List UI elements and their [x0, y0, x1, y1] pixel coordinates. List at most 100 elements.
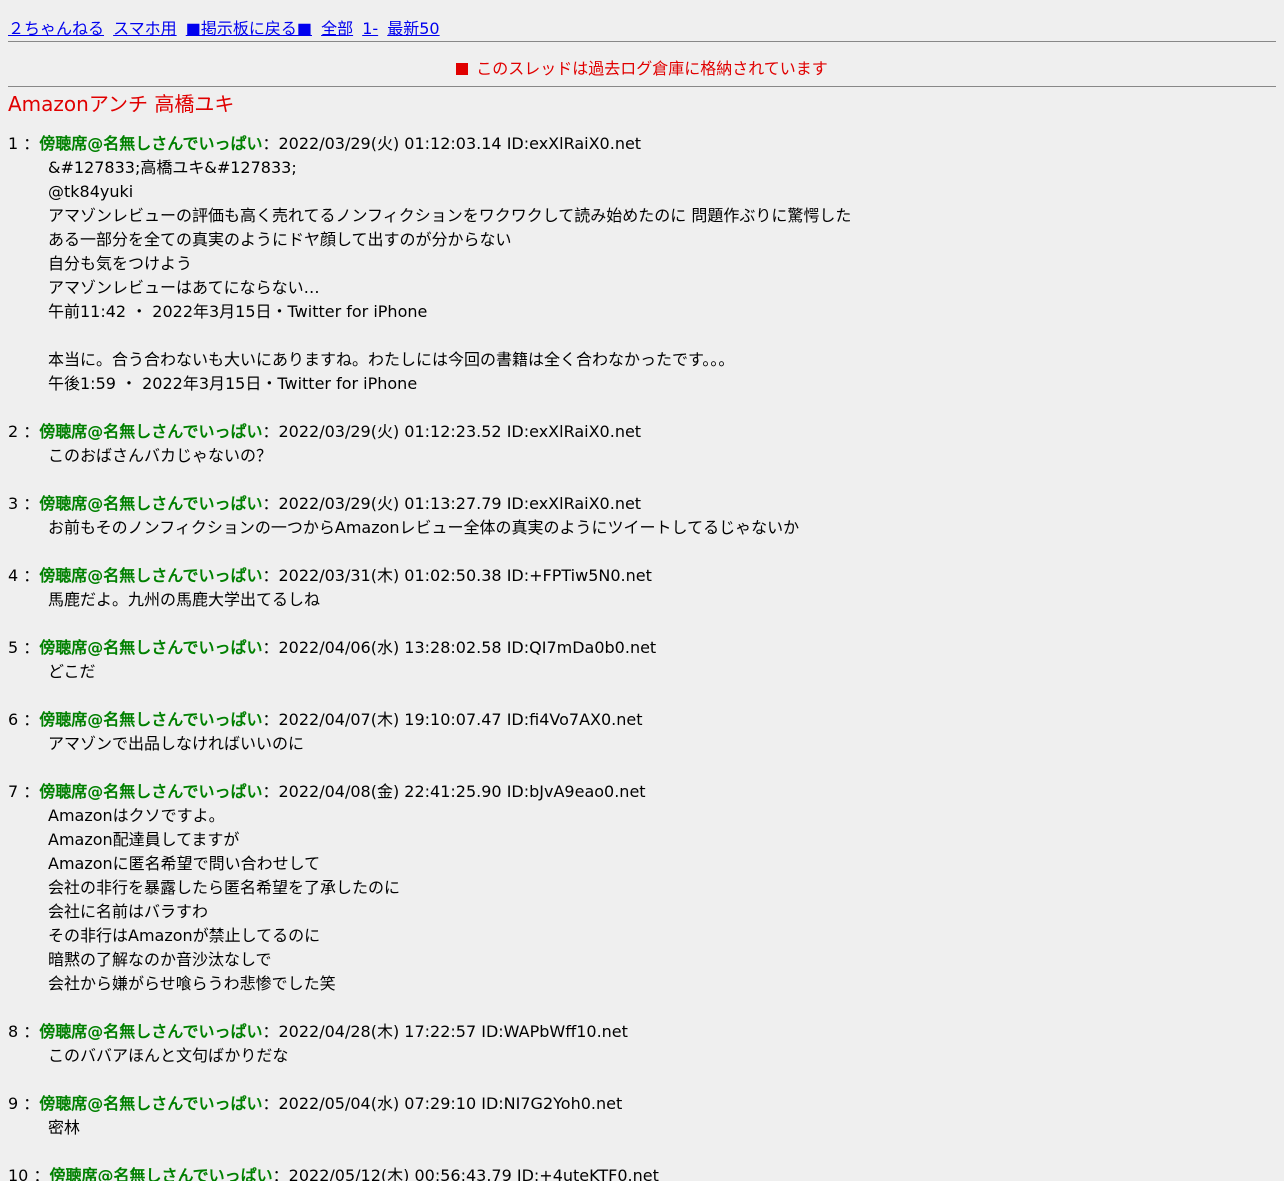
post-number[interactable]: 3: [8, 494, 18, 513]
post-text-line: &#127833;高橋ユキ&#127833;: [48, 158, 297, 177]
post-id[interactable]: ID:+4uteKTF0.net: [517, 1166, 659, 1181]
post-author-name: 傍聴席@名無しさんでいっぱい: [49, 1166, 273, 1181]
post-number[interactable]: 7: [8, 782, 18, 801]
post-text-line: その非行はAmazonが禁止してるのに: [48, 926, 321, 945]
post: 9 ：傍聴席@名無しさんでいっぱい：2022/05/04(水) 07:29:10…: [8, 1092, 1276, 1140]
post-body: お前もそのノンフィクションの一つからAmazonレビュー全体の真実のようにツイー…: [8, 516, 1276, 540]
post-number[interactable]: 6: [8, 710, 18, 729]
post-separator: ：: [18, 566, 40, 585]
page: ２ちゃんねる スマホ用 ■掲示板に戻る■ 全部 1- 最新50 このスレッドは過…: [0, 0, 1284, 1181]
post-text-line: 会社から嫌がらせ喰らうわ悲惨でした笑: [48, 974, 336, 993]
post-id[interactable]: ID:+FPTiw5N0.net: [507, 566, 652, 585]
post-text-line: Amazonはクソですよ。: [48, 806, 225, 825]
post-separator: ：: [262, 1022, 279, 1041]
post-date: 2022/03/31(木) 01:02:50.38: [278, 566, 502, 585]
post-header: 5 ：傍聴席@名無しさんでいっぱい：2022/04/06(水) 13:28:02…: [8, 636, 1276, 660]
post-text-line: 午前11:42 ・ 2022年3月15日・Twitter for iPhone: [48, 302, 428, 321]
post-number[interactable]: 5: [8, 638, 18, 657]
post-separator: ：: [18, 134, 40, 153]
post-text-line: どこだ: [48, 662, 96, 681]
post: 6 ：傍聴席@名無しさんでいっぱい：2022/04/07(木) 19:10:07…: [8, 708, 1276, 756]
post: 8 ：傍聴席@名無しさんでいっぱい：2022/04/28(木) 17:22:57…: [8, 1020, 1276, 1068]
post-text-line: @tk84yuki: [48, 182, 134, 201]
post-text-line: アマゾンレビューの評価も高く売れてるノンフィクションをワクワクして読み始めたのに…: [48, 206, 852, 225]
post-text-line: 自分も気をつけよう: [48, 254, 193, 273]
nav-back-to-board-link[interactable]: ■掲示板に戻る■: [186, 19, 312, 38]
post-author-name: 傍聴席@名無しさんでいっぱい: [39, 422, 263, 441]
post-author-name: 傍聴席@名無しさんでいっぱい: [39, 782, 263, 801]
nav-menu: ２ちゃんねる スマホ用 ■掲示板に戻る■ 全部 1- 最新50: [8, 0, 1276, 41]
post: 10 ：傍聴席@名無しさんでいっぱい：2022/05/12(木) 00:56:4…: [8, 1164, 1276, 1181]
post-id[interactable]: ID:exXlRaiX0.net: [507, 494, 641, 513]
nav-all-link[interactable]: 全部: [321, 19, 353, 38]
post-text-line: ある一部分を全ての真実のようにドヤ顔して出すのが分からない: [48, 230, 512, 249]
post-separator: ：: [18, 638, 40, 657]
post: 5 ：傍聴席@名無しさんでいっぱい：2022/04/06(水) 13:28:02…: [8, 636, 1276, 684]
post: 1 ：傍聴席@名無しさんでいっぱい：2022/03/29(火) 01:12:03…: [8, 132, 1276, 396]
post: 2 ：傍聴席@名無しさんでいっぱい：2022/03/29(火) 01:12:23…: [8, 420, 1276, 468]
post-date: 2022/04/28(木) 17:22:57: [278, 1022, 477, 1041]
post-text-line: 馬鹿だよ。九州の馬鹿大学出てるしね: [48, 590, 321, 609]
post-header: 10 ：傍聴席@名無しさんでいっぱい：2022/05/12(木) 00:56:4…: [8, 1164, 1276, 1181]
post: 3 ：傍聴席@名無しさんでいっぱい：2022/03/29(火) 01:13:27…: [8, 492, 1276, 540]
post-separator: ：: [18, 422, 40, 441]
red-square-icon: [456, 63, 469, 75]
post-text-line: お前もそのノンフィクションの一つからAmazonレビュー全体の真実のようにツイー…: [48, 518, 800, 537]
post-number[interactable]: 9: [8, 1094, 18, 1113]
post-text-line: このおばさんバカじゃないの？: [48, 446, 273, 465]
nav-range-link[interactable]: 1-: [362, 19, 378, 38]
post-body: どこだ: [8, 660, 1276, 684]
post-body: このおばさんバカじゃないの？: [8, 444, 1276, 468]
post-body: アマゾンで出品しなければいいのに: [8, 732, 1276, 756]
post-date: 2022/03/29(火) 01:12:23.52: [278, 422, 502, 441]
post-header: 4 ：傍聴席@名無しさんでいっぱい：2022/03/31(木) 01:02:50…: [8, 564, 1276, 588]
post-id[interactable]: ID:QI7mDa0b0.net: [507, 638, 657, 657]
post-header: 6 ：傍聴席@名無しさんでいっぱい：2022/04/07(木) 19:10:07…: [8, 708, 1276, 732]
post-number[interactable]: 10: [8, 1166, 28, 1181]
post-number[interactable]: 2: [8, 422, 18, 441]
post-text-line: Amazonに匿名希望で問い合わせして: [48, 854, 321, 873]
post-number[interactable]: 1: [8, 134, 18, 153]
post-id[interactable]: ID:exXlRaiX0.net: [507, 422, 641, 441]
post-text-line: アマゾンで出品しなければいいのに: [48, 734, 305, 753]
archive-notice-text: このスレッドは過去ログ倉庫に格納されています: [476, 59, 828, 78]
post-text-line: 暗黙の了解なのか音沙汰なしで: [48, 950, 272, 969]
nav-latest50-link[interactable]: 最新50: [387, 19, 439, 38]
post-header: 9 ：傍聴席@名無しさんでいっぱい：2022/05/04(水) 07:29:10…: [8, 1092, 1276, 1116]
post-body: Amazonはクソですよ。 Amazon配達員してますが Amazonに匿名希望で問…: [8, 804, 1276, 996]
post-author-name: 傍聴席@名無しさんでいっぱい: [39, 1022, 263, 1041]
post-id[interactable]: ID:NI7G2Yoh0.net: [481, 1094, 622, 1113]
post-date: 2022/03/29(火) 01:12:03.14: [278, 134, 502, 153]
post-separator: ：: [18, 1094, 40, 1113]
post-separator: ：: [262, 494, 279, 513]
post-body: このババアほんと文句ばかりだな: [8, 1044, 1276, 1068]
post-date: 2022/04/07(木) 19:10:07.47: [278, 710, 502, 729]
post-body: 馬鹿だよ。九州の馬鹿大学出てるしね: [8, 588, 1276, 612]
post-separator: ：: [262, 566, 279, 585]
nav-2ch-link[interactable]: ２ちゃんねる: [8, 19, 104, 38]
post-number[interactable]: 4: [8, 566, 18, 585]
post-date: 2022/04/08(金) 22:41:25.90: [278, 782, 502, 801]
post-text-line: 本当に。合う合わないも大いにありますね。わたしには今回の書籍は全く合わなかったで…: [48, 350, 735, 369]
post-list: 1 ：傍聴席@名無しさんでいっぱい：2022/03/29(火) 01:12:03…: [8, 132, 1276, 1181]
post-id[interactable]: ID:WAPbWff10.net: [481, 1022, 628, 1041]
post-separator: ：: [262, 134, 279, 153]
post-date: 2022/05/12(木) 00:56:43.79: [288, 1166, 512, 1181]
post-date: 2022/04/06(水) 13:28:02.58: [278, 638, 502, 657]
archive-notice: このスレッドは過去ログ倉庫に格納されています: [8, 57, 1276, 86]
post: 7 ：傍聴席@名無しさんでいっぱい：2022/04/08(金) 22:41:25…: [8, 780, 1276, 996]
post-separator: ：: [18, 710, 40, 729]
post-id[interactable]: ID:fi4Vo7AX0.net: [507, 710, 643, 729]
post-number[interactable]: 8: [8, 1022, 18, 1041]
post-text-line: 密林: [48, 1118, 81, 1137]
post-separator: ：: [18, 782, 40, 801]
post-text-line: 会社に名前はバラすわ: [48, 902, 209, 921]
post-text-line: 会社の非行を暴露したら匿名希望を了承したのに: [48, 878, 401, 897]
post-body: &#127833;高橋ユキ&#127833; @tk84yuki アマゾンレビューの…: [8, 156, 1276, 396]
post-separator: ：: [262, 782, 279, 801]
post-date: 2022/03/29(火) 01:13:27.79: [278, 494, 502, 513]
thread-title: Amazonアンチ 高橋ユキ: [8, 92, 235, 116]
post-id[interactable]: ID:exXlRaiX0.net: [507, 134, 641, 153]
post-id[interactable]: ID:bJvA9eao0.net: [507, 782, 646, 801]
nav-smartphone-link[interactable]: スマホ用: [113, 19, 177, 38]
